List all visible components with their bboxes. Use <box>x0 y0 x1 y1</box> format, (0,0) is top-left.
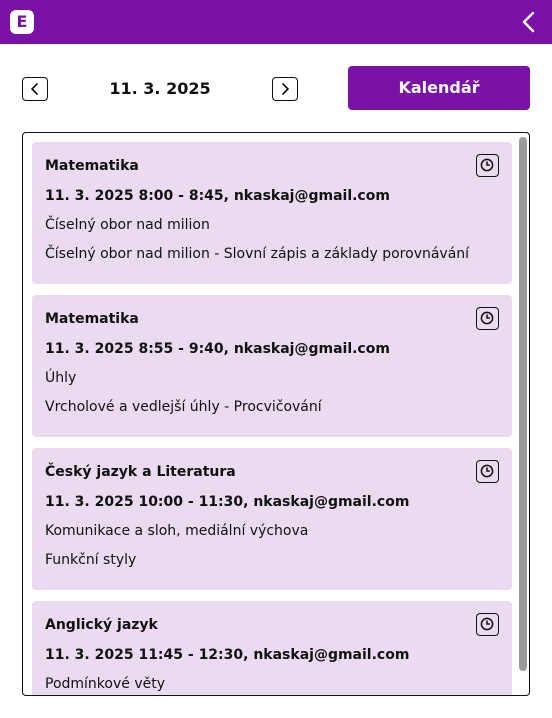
previous-day-button[interactable] <box>22 77 48 101</box>
lesson-topic: Komunikace a sloh, mediální výchova <box>45 523 309 539</box>
lesson-scroll-area: Matematika 11. 3. 2025 8:00 - 8:45, nkas… <box>23 133 519 695</box>
lesson-card: Anglický jazyk 11. 3. 2025 11:45 - 12:30… <box>32 601 512 695</box>
app-logo: E <box>10 10 34 34</box>
top-bar: E <box>0 0 552 44</box>
date-navigation: 11. 3. 2025 Kalendář <box>0 66 552 110</box>
current-date: 11. 3. 2025 <box>109 79 211 98</box>
lesson-topic: Úhly <box>45 370 77 386</box>
lesson-subject: Český jazyk a Literatura <box>45 464 236 480</box>
clock-button[interactable] <box>476 307 499 330</box>
back-button[interactable] <box>518 10 542 34</box>
calendar-button[interactable]: Kalendář <box>348 66 530 110</box>
lesson-time: 11. 3. 2025 8:55 - 9:40, nkaskaj@gmail.c… <box>45 341 390 357</box>
lesson-subject: Matematika <box>45 158 139 174</box>
clock-icon <box>480 311 494 325</box>
lesson-topic: Číselný obor nad milion <box>45 217 210 233</box>
clock-button[interactable] <box>476 613 499 636</box>
lesson-time: 11. 3. 2025 10:00 - 11:30, nkaskaj@gmail… <box>45 494 410 510</box>
lesson-subject: Matematika <box>45 311 139 327</box>
lesson-time: 11. 3. 2025 8:00 - 8:45, nkaskaj@gmail.c… <box>45 188 390 204</box>
clock-button[interactable] <box>476 460 499 483</box>
chevron-left-icon <box>31 83 38 95</box>
clock-icon <box>480 158 494 172</box>
lesson-card: Matematika 11. 3. 2025 8:00 - 8:45, nkas… <box>32 142 512 284</box>
clock-icon <box>480 617 494 631</box>
lesson-card: Český jazyk a Literatura 11. 3. 2025 10:… <box>32 448 512 590</box>
lesson-card: Matematika 11. 3. 2025 8:55 - 9:40, nkas… <box>32 295 512 437</box>
lesson-detail: Číselný obor nad milion - Slovní zápis a… <box>45 246 470 262</box>
lesson-topic: Podmínkové věty <box>45 676 165 692</box>
lesson-detail: Funkční styly <box>45 552 137 568</box>
chevron-left-icon <box>522 11 535 33</box>
lesson-detail: Vrcholové a vedlejší úhly - Procvičování <box>45 399 322 415</box>
chevron-right-icon <box>282 83 289 95</box>
scrollbar[interactable] <box>519 137 527 671</box>
clock-icon <box>480 464 494 478</box>
clock-button[interactable] <box>476 154 499 177</box>
next-day-button[interactable] <box>272 77 298 101</box>
lesson-time: 11. 3. 2025 11:45 - 12:30, nkaskaj@gmail… <box>45 647 410 663</box>
lesson-subject: Anglický jazyk <box>45 617 158 633</box>
lesson-list: Matematika 11. 3. 2025 8:00 - 8:45, nkas… <box>22 132 530 696</box>
